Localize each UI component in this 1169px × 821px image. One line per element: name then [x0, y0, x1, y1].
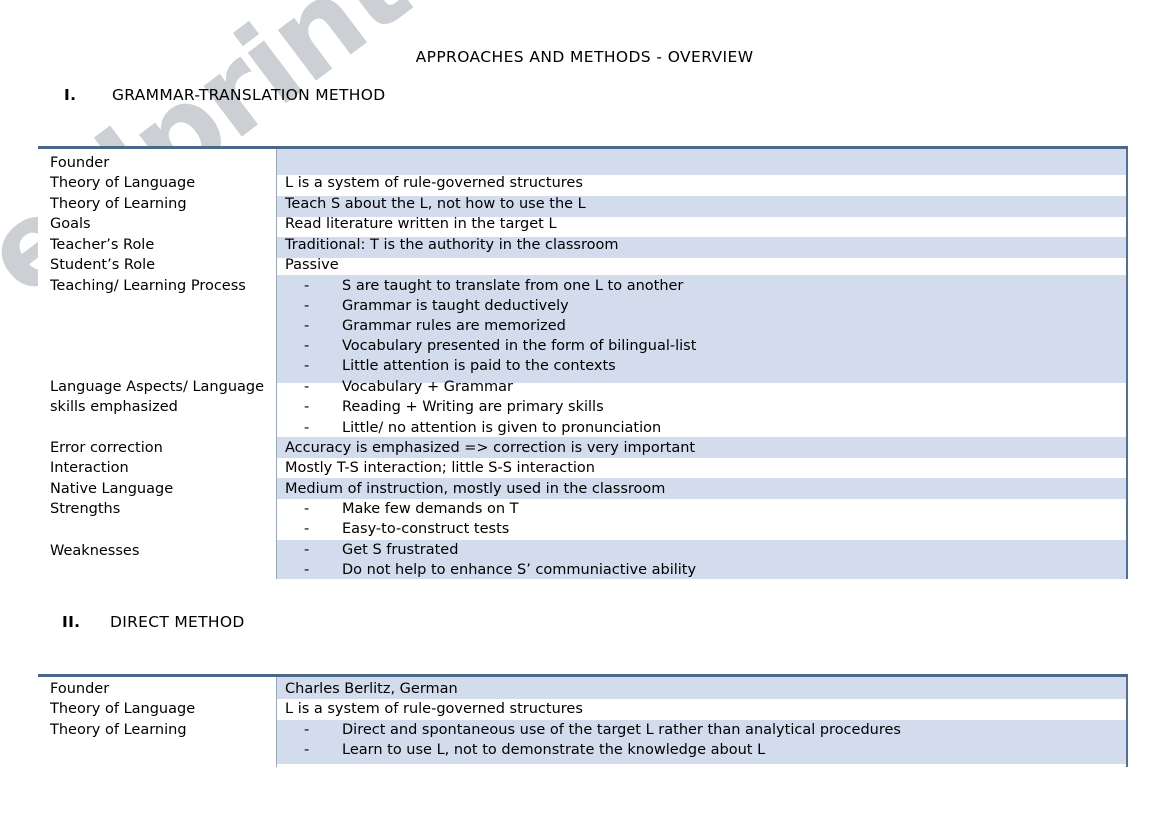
row-bullet: - Grammar rules are memorized	[304, 316, 566, 336]
row-value: Passive	[285, 257, 339, 273]
table-1-label-column: Founder Theory of Language Theory of Lea…	[38, 149, 276, 579]
page-title: APPROACHES AND METHODS - OVERVIEW	[415, 48, 754, 66]
bullet-dash-icon: -	[304, 338, 310, 354]
bullet-dash-icon: -	[304, 501, 310, 517]
row-label: Founder	[50, 681, 110, 697]
row-label: Founder	[50, 155, 110, 171]
row-label: Student’s Role	[50, 257, 156, 273]
row-bullet: - Vocabulary + Grammar	[304, 377, 513, 397]
row-value: L is a system of rule-governed structure…	[285, 175, 583, 191]
section-heading-grammar-translation: I. GRAMMAR-TRANSLATION METHOD	[64, 86, 385, 104]
bullet-text: Do not help to enhance S’ communiactive …	[342, 562, 697, 578]
bullet-dash-icon: -	[304, 298, 310, 314]
row-label: Theory of Language	[50, 175, 196, 191]
row-bullet: - Reading + Writing are primary skills	[304, 397, 604, 417]
row-bullet: - Learn to use L, not to demonstrate the …	[304, 740, 765, 760]
bullet-dash-icon: -	[304, 399, 310, 415]
row-label: Interaction	[50, 460, 129, 476]
row-label: Theory of Learning	[50, 196, 187, 212]
row-value: Mostly T-S interaction; little S-S inter…	[285, 460, 595, 476]
bullet-text: Little/ no attention is given to pronunc…	[342, 420, 662, 436]
section-heading-direct-method: II. DIRECT METHOD	[62, 613, 245, 631]
bullet-dash-icon: -	[304, 318, 310, 334]
bullet-text: Get S frustrated	[342, 542, 459, 558]
bullet-dash-icon: -	[304, 742, 310, 758]
bullet-text: Easy-to-construct tests	[342, 521, 510, 537]
row-label: Native Language	[50, 481, 174, 497]
bullet-text: Vocabulary + Grammar	[342, 379, 513, 395]
bullet-dash-icon: -	[304, 521, 310, 537]
row-label: Strengths	[50, 501, 121, 517]
row-label: Language Aspects/ Language skills emphas…	[50, 379, 265, 415]
row-value: Accuracy is emphasized => correction is …	[285, 440, 696, 456]
row-label: Teaching/ Learning Process	[50, 278, 246, 294]
row-label: Theory of Language	[50, 701, 196, 717]
bullet-dash-icon: -	[304, 420, 310, 436]
row-value: Traditional: T is the authority in the c…	[285, 237, 619, 253]
section-title: DIRECT METHOD	[110, 613, 245, 631]
bullet-dash-icon: -	[304, 278, 310, 294]
row-label: Goals	[50, 216, 91, 232]
row-value: Charles Berlitz, German	[285, 681, 458, 697]
table-direct-method: Founder Theory of Language Theory of Lea…	[38, 674, 1128, 767]
row-value: Medium of instruction, mostly used in th…	[285, 481, 666, 497]
bullet-text: Learn to use L, not to demonstrate the k…	[342, 742, 766, 758]
row-label: Weaknesses	[50, 543, 140, 559]
bullet-text: Vocabulary presented in the form of bili…	[342, 338, 697, 354]
row-bullet: - Make few demands on T	[304, 499, 519, 519]
row-bullet: - Direct and spontaneous use of the targe…	[304, 720, 901, 740]
section-title: GRAMMAR-TRANSLATION METHOD	[112, 86, 386, 104]
bullet-dash-icon: -	[304, 562, 310, 578]
bullet-text: Grammar rules are memorized	[342, 318, 566, 334]
row-bullet: - Little attention is paid to the context…	[304, 356, 616, 376]
bullet-text: Little attention is paid to the contexts	[342, 358, 616, 374]
table-2-label-column: Founder Theory of Language Theory of Lea…	[38, 677, 276, 767]
section-numeral: I.	[64, 86, 77, 104]
document-page: eslprintables.com APPROACHES AND METHODS…	[0, 0, 1169, 821]
bullet-dash-icon: -	[304, 722, 310, 738]
table-grammar-translation-method: Founder Theory of Language Theory of Lea…	[38, 146, 1128, 579]
section-numeral: II.	[62, 613, 81, 631]
bullet-dash-icon: -	[304, 379, 310, 395]
row-bullet: - Grammar is taught deductively	[304, 296, 569, 316]
table-1-value-text-layer: L is a system of rule-governed structure…	[276, 149, 1128, 579]
row-bullet: - Vocabulary presented in the form of bil…	[304, 336, 696, 356]
row-value: Read literature written in the target L	[285, 216, 557, 232]
bullet-text: S are taught to translate from one L to …	[342, 278, 684, 294]
row-label: Error correction	[50, 440, 163, 456]
row-bullet: - Do not help to enhance S’ communiactive…	[304, 560, 696, 580]
bullet-text: Direct and spontaneous use of the target…	[342, 722, 901, 738]
row-bullet: - Easy-to-construct tests	[304, 519, 509, 539]
row-bullet: - Little/ no attention is given to pronun…	[304, 418, 661, 438]
row-bullet: - Get S frustrated	[304, 540, 458, 560]
bullet-text: Make few demands on T	[342, 501, 519, 517]
row-value: Teach S about the L, not how to use the …	[285, 196, 586, 212]
row-bullet: - S are taught to translate from one L to…	[304, 276, 683, 296]
table-2-value-text-layer: Charles Berlitz, German L is a system of…	[276, 677, 1128, 767]
bullet-dash-icon: -	[304, 542, 310, 558]
bullet-text: Grammar is taught deductively	[342, 298, 569, 314]
row-label: Theory of Learning	[50, 722, 187, 738]
bullet-text: Reading + Writing are primary skills	[342, 399, 604, 415]
bullet-dash-icon: -	[304, 358, 310, 374]
row-label: Teacher’s Role	[50, 237, 155, 253]
row-value: L is a system of rule-governed structure…	[285, 701, 583, 717]
